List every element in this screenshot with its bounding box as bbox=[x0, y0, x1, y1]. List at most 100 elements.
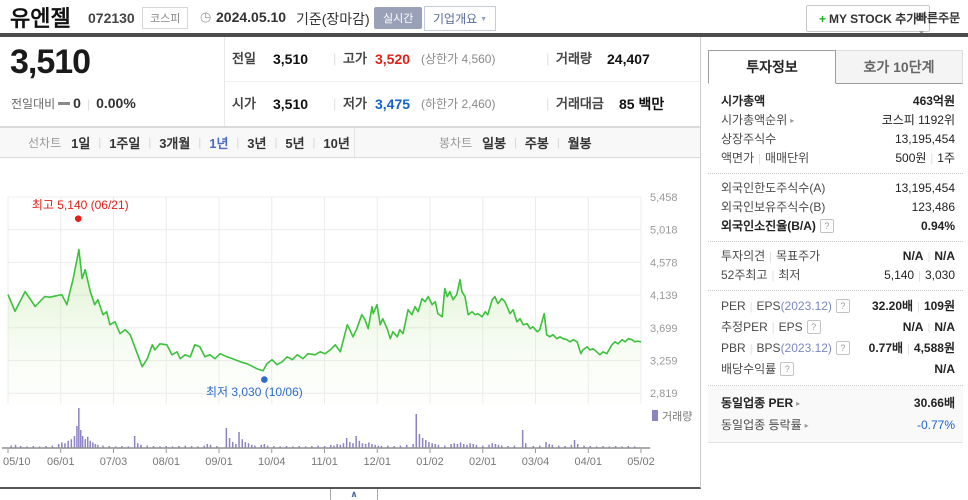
tab-5년[interactable]: 5년 bbox=[285, 133, 304, 152]
tab-월봉[interactable]: 월봉 bbox=[568, 133, 592, 152]
page-header: 유엔젤 072130 코스피 ◷ 2024.05.10 기준(장마감) 실시간 … bbox=[0, 0, 968, 37]
volume-bar bbox=[81, 436, 84, 448]
upper-limit: (상한가 4,560) bbox=[421, 52, 496, 66]
high-value: 3,520 bbox=[375, 51, 411, 67]
tab-separator: | bbox=[98, 136, 102, 149]
current-price-block: 3,510 전일대비 0 | 0.00% bbox=[0, 37, 225, 126]
clock-icon: ◷ bbox=[200, 9, 212, 24]
foreign-limit-row: 외국인한도주식수(A) 13,195,454 bbox=[708, 179, 963, 198]
change-value: 0 bbox=[73, 95, 81, 111]
chart-period-tabbar: 선차트 1일 | 1주일 | 3개월 | 1년 | 3년 | 5년 | 10년 봉차트 일봉 | 주봉 | 월봉 bbox=[0, 127, 700, 158]
investment-info-panel: 투자정보 호가 10단계 시가총액 463억원 시가총액순위 ▸ 코스피 1192위상장주… bbox=[708, 50, 963, 443]
trade-value-label: 거래대금 bbox=[556, 96, 604, 111]
price-change-row: 전일대비 0 | 0.00% bbox=[11, 95, 136, 111]
help-icon[interactable]: ? bbox=[780, 362, 795, 376]
realtime-badge[interactable]: 실시간 bbox=[374, 7, 423, 29]
price-summary: 3,510 전일대비 0 | 0.00% 전일 3,510 | 고가 3,520 (상… bbox=[0, 37, 700, 127]
x-axis-label: 01/02 bbox=[416, 456, 444, 468]
volume-bar bbox=[545, 442, 547, 448]
industry-per-row[interactable]: 동일업종 PER ▸ 30.66배 bbox=[708, 392, 963, 414]
row-label: 동일업종 PER ▸ bbox=[721, 396, 801, 410]
y-axis-label: 4,139 bbox=[650, 290, 678, 302]
y-axis-label: 3,259 bbox=[650, 355, 678, 367]
tab-separator: | bbox=[198, 136, 202, 149]
volume-bar bbox=[238, 432, 240, 448]
help-icon[interactable]: ? bbox=[835, 341, 850, 355]
market-badge: 코스피 bbox=[142, 7, 189, 29]
market-cap-row: 시가총액 463억원 bbox=[708, 92, 963, 111]
dotted-divider bbox=[708, 290, 963, 291]
volume-bar bbox=[241, 439, 243, 448]
chart-svg: 5,458 5,018 4,578 4,139 3,699 3,259 2,819 최고 5,… bbox=[2, 192, 692, 468]
x-axis-label: 12/01 bbox=[363, 456, 391, 468]
volume-bar bbox=[61, 442, 63, 448]
row-value: 463억원 bbox=[912, 94, 955, 108]
x-axis-label: 02/01 bbox=[469, 456, 497, 468]
volume-bar bbox=[573, 440, 576, 448]
my-stock-add-button[interactable]: + MY STOCK 추가 bbox=[806, 5, 931, 32]
foreign-held-row: 외국인보유주식수(B) 123,486 bbox=[708, 198, 963, 217]
par-value-row: 액면가 | 매매단위 500원 | 1주 bbox=[708, 149, 963, 168]
volume-bar bbox=[368, 442, 370, 448]
low-marker-dot bbox=[261, 376, 268, 383]
tab-3개월[interactable]: 3개월 bbox=[159, 133, 190, 152]
quote-date: 2024.05.10 bbox=[216, 9, 287, 25]
stock-detail-page: 유엔젤 072130 코스피 ◷ 2024.05.10 기준(장마감) 실시간 … bbox=[0, 0, 968, 500]
row-label: 투자의견 | 목표주가 bbox=[721, 249, 821, 263]
tab-3년[interactable]: 3년 bbox=[247, 133, 266, 152]
info-tabbar: 투자정보 호가 10단계 bbox=[708, 50, 963, 84]
x-axis-label: 09/01 bbox=[205, 456, 233, 468]
x-axis-label: 04/01 bbox=[574, 456, 602, 468]
tab-일봉[interactable]: 일봉 bbox=[482, 133, 506, 152]
volume-bar bbox=[225, 428, 228, 448]
tab-투자정보[interactable]: 투자정보 bbox=[708, 50, 836, 84]
line-chart-tabs: 선차트 1일 | 1주일 | 3개월 | 1년 | 3년 | 5년 | 10년 bbox=[0, 128, 355, 157]
volume-label: 거래량 bbox=[556, 51, 592, 66]
volume-bar bbox=[244, 442, 247, 448]
tab-separator: | bbox=[274, 136, 278, 149]
volume-bar bbox=[355, 436, 357, 448]
arrow-right-icon: ▸ bbox=[790, 116, 795, 125]
volume-bar bbox=[459, 442, 462, 448]
candle-chart-tabs: 봉차트 일봉 | 주봉 | 월봉 bbox=[355, 128, 592, 157]
low-label: 저가 bbox=[343, 96, 367, 111]
x-axis-label: 11/01 bbox=[311, 456, 338, 468]
tab-separator: | bbox=[514, 136, 517, 149]
row-label: 상장주식수 bbox=[721, 132, 777, 146]
week52-row: 52주최고 | 최저 5,140 | 3,030 bbox=[708, 266, 963, 285]
open-label: 시가 bbox=[232, 96, 256, 111]
tab-1일[interactable]: 1일 bbox=[71, 133, 90, 152]
help-icon[interactable]: ? bbox=[835, 299, 850, 313]
help-icon[interactable]: ? bbox=[819, 219, 834, 233]
help-icon[interactable]: ? bbox=[806, 320, 821, 334]
company-overview-button[interactable]: 기업개요 ▼ bbox=[424, 6, 497, 31]
tab-1년[interactable]: 1년 bbox=[209, 133, 228, 152]
table-row: 시가 3,510 | 저가 3,475 (하한가 2,460) | 거래대금 8… bbox=[225, 82, 700, 126]
per-eps-row: PER | EPS(2023.12)? 32.20배 | 109원 bbox=[708, 296, 963, 317]
row-label: PER | EPS(2023.12)? bbox=[721, 296, 850, 317]
low-annotation: 최저 3,030 (10/06) bbox=[206, 385, 303, 399]
row-label: 52주최고 | 최저 bbox=[721, 268, 801, 282]
row-value: 13,195,454 bbox=[894, 181, 955, 195]
tab-1주일[interactable]: 1주일 bbox=[109, 133, 140, 152]
tab-separator: | bbox=[312, 136, 316, 149]
tab-호가 10단계[interactable]: 호가 10단계 bbox=[836, 50, 963, 84]
row-value: 5,140 | 3,030 bbox=[884, 268, 955, 282]
x-axis-label: 06/01 bbox=[47, 456, 75, 468]
collapse-chart-button[interactable]: ∧ bbox=[330, 489, 378, 500]
tab-주봉[interactable]: 주봉 bbox=[525, 133, 549, 152]
market-cap-rank-row[interactable]: 시가총액순위 ▸ 코스피 1192위 bbox=[708, 111, 963, 130]
volume-bar bbox=[521, 430, 524, 448]
volume-bar bbox=[425, 440, 427, 448]
volume-bar bbox=[87, 436, 89, 448]
volume-bar bbox=[415, 414, 417, 448]
tab-separator: | bbox=[236, 136, 240, 149]
industry-change-row[interactable]: 동일업종 등락률 ▸ -0.77% bbox=[708, 414, 963, 436]
tab-10년[interactable]: 10년 bbox=[323, 133, 349, 152]
volume-bar bbox=[92, 442, 94, 448]
row-value: 13,195,454 bbox=[894, 132, 955, 146]
volume-bar bbox=[70, 439, 73, 448]
change-label: 전일대비 bbox=[11, 97, 56, 111]
arrow-right-icon: ▸ bbox=[804, 421, 809, 430]
volume-bar bbox=[421, 438, 424, 448]
